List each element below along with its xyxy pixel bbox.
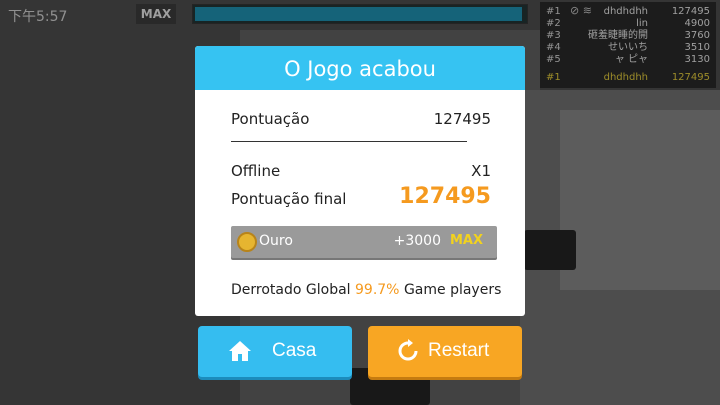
defeat-suffix: Game players <box>403 282 502 298</box>
gold-label: Ouro <box>259 233 293 249</box>
home-icon <box>229 341 251 361</box>
gold-amount: +3000 <box>393 233 441 249</box>
home-button[interactable]: Casa <box>198 326 352 377</box>
offline-label: Offline <box>231 162 281 180</box>
defeat-prefix: Derrotado Global <box>231 282 351 298</box>
final-score-label: Pontuação final <box>231 190 347 208</box>
home-button-label: Casa <box>272 340 317 361</box>
score-label: Pontuação <box>231 110 310 128</box>
divider <box>231 141 467 142</box>
restart-icon <box>398 339 418 361</box>
gold-max-badge: MAX <box>449 233 483 248</box>
defeat-stat: Derrotado Global 99.7% Game players <box>231 282 501 298</box>
dialog-title: O Jogo acabou <box>195 46 525 90</box>
restart-button-label: Restart <box>428 340 490 361</box>
offline-value: X1 <box>471 162 491 180</box>
restart-button[interactable]: Restart <box>368 326 522 377</box>
defeat-percent: 99.7% <box>355 282 400 298</box>
game-over-dialog: O Jogo acabou Pontuação 127495 Offline X… <box>195 46 525 316</box>
gold-reward-bar: Ouro +3000 MAX <box>231 226 497 258</box>
coin-icon <box>237 232 257 252</box>
final-score-value: 127495 <box>399 184 491 209</box>
score-value: 127495 <box>433 110 491 128</box>
